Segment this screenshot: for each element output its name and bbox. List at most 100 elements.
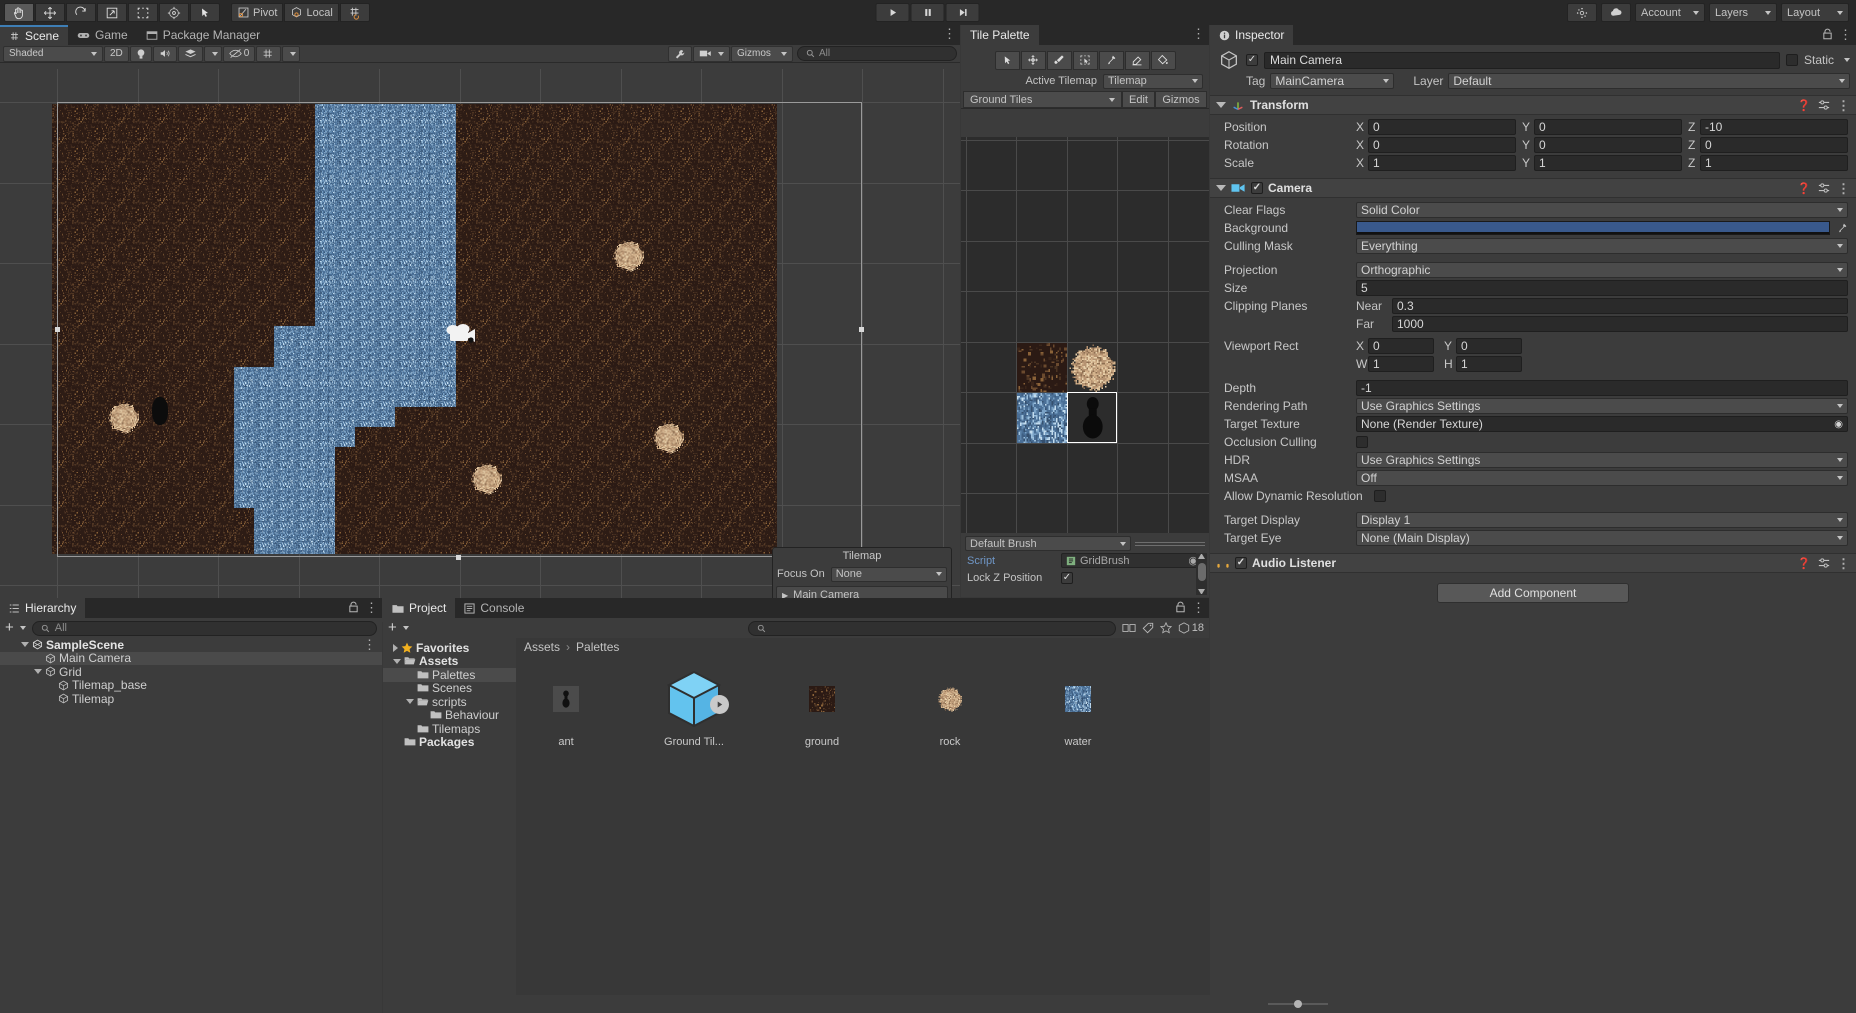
scale-tool-button[interactable] (97, 3, 127, 22)
transform-position-x[interactable]: 0 (1368, 119, 1516, 135)
tab-hierarchy[interactable]: Hierarchy (0, 598, 86, 618)
palette-options-kebab[interactable]: ⋮ (1192, 27, 1205, 40)
tag-dropdown[interactable]: MainCamera (1270, 73, 1395, 89)
tab-scene[interactable]: Scene (0, 25, 69, 45)
lock-icon[interactable] (348, 601, 359, 613)
audio-listener-enabled-checkbox[interactable] (1235, 557, 1247, 569)
camera-gizmo[interactable] (444, 321, 482, 349)
transform-tool-button[interactable] (159, 3, 189, 22)
tab-game[interactable]: Game (68, 25, 137, 45)
palette-tile[interactable] (1017, 342, 1067, 392)
project-search-input[interactable] (747, 620, 1116, 636)
preset-icon[interactable] (1818, 99, 1830, 111)
project-tree-item-palettes[interactable]: Palettes (383, 668, 516, 682)
object-picker-icon[interactable]: ◉ (1834, 419, 1843, 430)
lock-icon[interactable] (1175, 601, 1186, 613)
palette-edit-button[interactable]: Edit (1122, 91, 1155, 108)
audio-toggle[interactable] (152, 45, 177, 62)
expand-arrow-icon[interactable] (21, 642, 29, 648)
target-eye-dropdown[interactable]: None (Main Display) (1356, 530, 1848, 546)
shading-mode-dropdown[interactable]: Shaded (3, 45, 103, 62)
palette-tile[interactable] (1017, 393, 1067, 443)
project-options-kebab[interactable]: ⋮ (1192, 601, 1205, 614)
object-name-field[interactable]: Main Camera (1264, 51, 1780, 69)
background-color-field[interactable] (1356, 221, 1830, 235)
msaa-dropdown[interactable]: Off (1356, 470, 1848, 486)
fx-dropdown[interactable] (203, 45, 222, 62)
project-tree-item-packages[interactable]: Packages (383, 735, 516, 749)
depth-field[interactable]: -1 (1356, 380, 1848, 396)
scene-search-input[interactable]: All (797, 46, 957, 61)
scene-options-kebab[interactable]: ⋮ (943, 27, 956, 40)
expand-arrow-icon[interactable] (393, 658, 401, 664)
script-object-field[interactable]: GridBrush ◉ (1061, 553, 1203, 568)
hierarchy-item-tilemap[interactable]: Tilemap (0, 692, 382, 706)
services-icon[interactable] (1567, 3, 1597, 22)
space-toggle-button[interactable]: Local (284, 3, 339, 22)
pause-button[interactable] (910, 3, 945, 22)
camera-foldout-icon[interactable] (1216, 185, 1226, 191)
target-display-dropdown[interactable]: Display 1 (1356, 512, 1848, 528)
viewport-w-field[interactable]: 1 (1368, 356, 1434, 372)
asset-item[interactable]: water (1046, 668, 1110, 748)
help-icon[interactable]: ❓ (1797, 99, 1811, 112)
palette-scrollbar[interactable] (1196, 553, 1207, 595)
active-tilemap-dropdown[interactable]: Tilemap (1103, 73, 1203, 89)
occlusion-culling-checkbox[interactable] (1356, 436, 1368, 448)
camera-handle-right[interactable] (859, 327, 864, 332)
grid-dropdown[interactable] (282, 45, 301, 62)
scene-canvas[interactable] (0, 69, 960, 622)
hierarchy-item-tilemap-base[interactable]: Tilemap_base (0, 678, 382, 692)
projection-dropdown[interactable]: Orthographic (1356, 262, 1848, 278)
asset-item[interactable]: ant (534, 668, 598, 748)
project-tree-item-tilemaps[interactable]: Tilemaps (383, 722, 516, 736)
hand-tool-button[interactable] (4, 3, 34, 22)
camera-handle-bottom[interactable] (456, 555, 461, 560)
transform-scale-y[interactable]: 1 (1534, 155, 1682, 171)
cursor-tool-button[interactable] (190, 3, 220, 22)
hidden-objects-toggle[interactable]: 0 (222, 45, 256, 62)
transform-foldout-icon[interactable] (1216, 102, 1226, 108)
brush-dropdown[interactable]: Default Brush (965, 536, 1131, 551)
camera-enabled-checkbox[interactable] (1251, 182, 1263, 194)
hierarchy-options-kebab[interactable]: ⋮ (365, 601, 378, 614)
palette-gizmos-button[interactable]: Gizmos (1155, 91, 1207, 108)
transform-position-y[interactable]: 0 (1534, 119, 1682, 135)
target-texture-field[interactable]: None (Render Texture) ◉ (1356, 416, 1848, 432)
asset-size-slider-knob[interactable] (1294, 1000, 1302, 1008)
palette-eraser-tool[interactable] (1124, 50, 1150, 70)
gizmos-button[interactable]: Gizmos (731, 45, 793, 62)
clear-flags-dropdown[interactable]: Solid Color (1356, 202, 1848, 218)
breadcrumb-palettes[interactable]: Palettes (576, 640, 619, 654)
play-button[interactable] (875, 3, 910, 22)
palette-box-fill-tool[interactable] (1072, 50, 1098, 70)
camera-kebab[interactable]: ⋮ (1837, 182, 1850, 195)
add-component-button[interactable]: Add Component (1437, 583, 1629, 603)
audio-listener-kebab[interactable]: ⋮ (1837, 557, 1850, 570)
scene-tools-button[interactable] (668, 45, 692, 62)
camera-settings-button[interactable] (693, 45, 730, 62)
help-icon[interactable]: ❓ (1797, 557, 1811, 570)
tab-inspector[interactable]: Inspector (1210, 25, 1294, 45)
near-field[interactable]: 0.3 (1392, 298, 1848, 314)
palette-move-tool[interactable] (1020, 50, 1046, 70)
rendering-path-dropdown[interactable]: Use Graphics Settings (1356, 398, 1848, 414)
favorite-icon[interactable] (1159, 622, 1172, 634)
create-asset-button[interactable]: + (388, 620, 409, 635)
project-tree-item-scripts[interactable]: scripts (383, 695, 516, 709)
expand-arrow-icon[interactable] (34, 669, 42, 675)
culling-mask-dropdown[interactable]: Everything (1356, 238, 1848, 254)
transform-scale-z[interactable]: 1 (1700, 155, 1848, 171)
rect-tool-button[interactable] (128, 3, 158, 22)
project-tree-item-assets[interactable]: Assets (383, 654, 516, 668)
move-tool-button[interactable] (35, 3, 65, 22)
transform-kebab[interactable]: ⋮ (1837, 99, 1850, 112)
lock-icon[interactable] (1822, 28, 1833, 40)
transform-rotation-y[interactable]: 0 (1534, 137, 1682, 153)
transform-position-z[interactable]: -10 (1700, 119, 1848, 135)
lock-z-checkbox[interactable] (1061, 571, 1073, 584)
scene-kebab[interactable]: ⋮ (363, 638, 376, 651)
mode-2d-toggle[interactable]: 2D (104, 45, 129, 62)
hierarchy-item-samplescene[interactable]: SampleScene ⋮ (0, 638, 382, 652)
layout-dropdown[interactable]: Layout (1781, 3, 1849, 22)
